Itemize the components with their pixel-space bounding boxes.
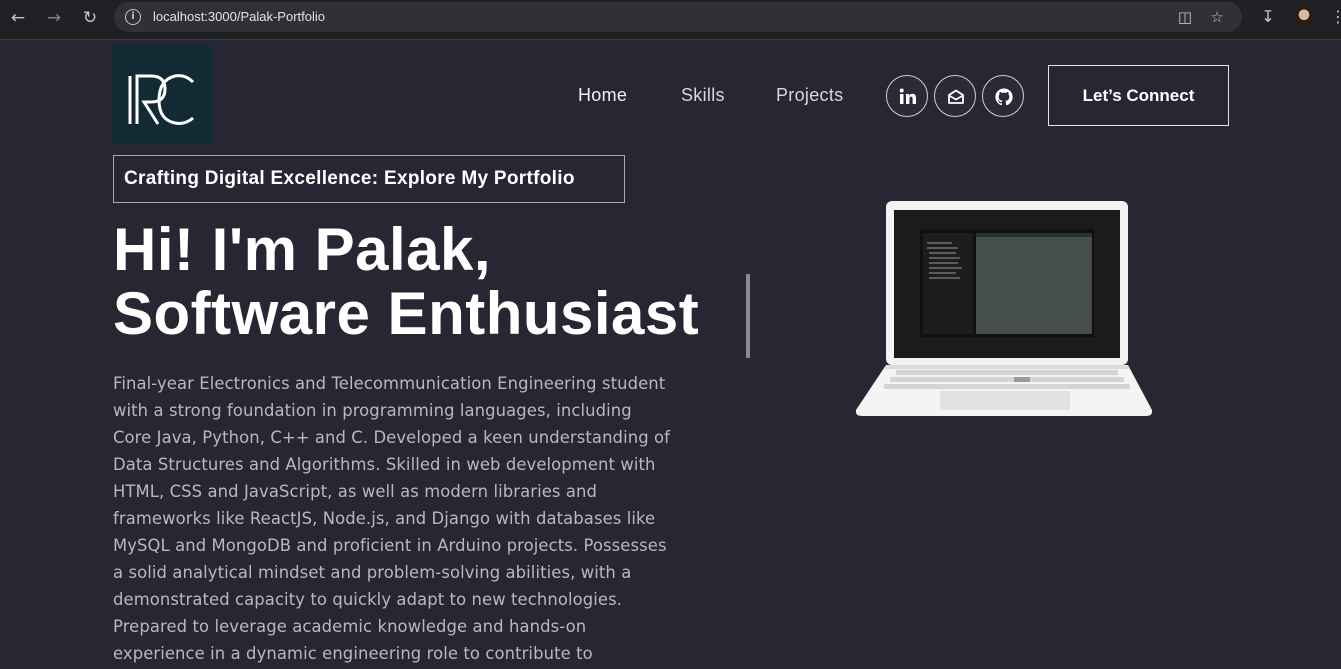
bio-line: a solid analytical mindset and problem-s… [113,563,632,582]
nav-home-link[interactable]: Home [578,85,627,106]
reload-icon[interactable]: ↻ [78,6,102,30]
browser-toolbar: ← → ↻ i localhost:3000/Palak-Portfolio ◫… [0,0,1341,40]
url-text[interactable]: localhost:3000/Palak-Portfolio [153,9,325,24]
site-info-icon[interactable]: i [125,9,141,25]
bio-line: demonstrated capacity to quickly adapt t… [113,590,623,609]
install-app-icon[interactable]: ◫ [1175,7,1195,27]
bio-line: Core Java, Python, C++ and C. Developed … [113,428,671,447]
github-icon [995,88,1013,106]
github-button[interactable] [982,75,1024,117]
bio-line: Prepared to leverage academic knowledge … [113,617,587,636]
back-arrow-icon[interactable]: ← [6,6,30,30]
typing-caret [746,274,750,358]
bio-line: Final-year Electronics and Telecommunica… [113,374,666,393]
bio-line: MySQL and MongoDB and proficient in Ardu… [113,536,667,555]
linkedin-button[interactable] [886,75,928,117]
bio-line: with a strong foundation in programming … [113,401,632,420]
mail-icon [948,89,964,104]
laptop-illustration [855,201,1153,416]
bio-line: Data Structures and Algorithms. Skilled … [113,455,656,474]
bio-line: HTML, CSS and JavaScript, as well as mod… [113,482,598,501]
bio-line: experience in a dynamic engineering role… [113,644,593,663]
bookmark-star-icon[interactable]: ☆ [1207,7,1227,27]
site-logo[interactable] [113,46,213,144]
download-icon[interactable]: ↧ [1257,6,1279,28]
nav-projects-link[interactable]: Projects [776,85,843,106]
browser-menu-icon[interactable]: ⋮ [1330,6,1341,28]
linkedin-icon [899,88,916,104]
tagline-badge: Crafting Digital Excellence: Explore My … [113,155,625,203]
bio-line: frameworks like ReactJS, Node.js, and Dj… [113,509,656,528]
address-bar[interactable]: i localhost:3000/Palak-Portfolio ◫ ☆ [114,2,1242,32]
nav-skills-link[interactable]: Skills [681,85,725,106]
hero-title: Hi! I'm Palak, Software Enthusiast [113,218,699,346]
profile-avatar[interactable] [1293,6,1315,28]
lets-connect-button[interactable]: Let’s Connect [1048,65,1229,126]
forward-arrow-icon[interactable]: → [42,6,66,30]
email-button[interactable] [934,75,976,117]
hero-title-line-2: Software Enthusiast [113,280,700,347]
bio-paragraph: Final-year Electronics and Telecommunica… [113,370,728,667]
hero-title-line-1: Hi! I'm Palak, [113,216,492,283]
rc-monogram-icon [128,74,195,125]
